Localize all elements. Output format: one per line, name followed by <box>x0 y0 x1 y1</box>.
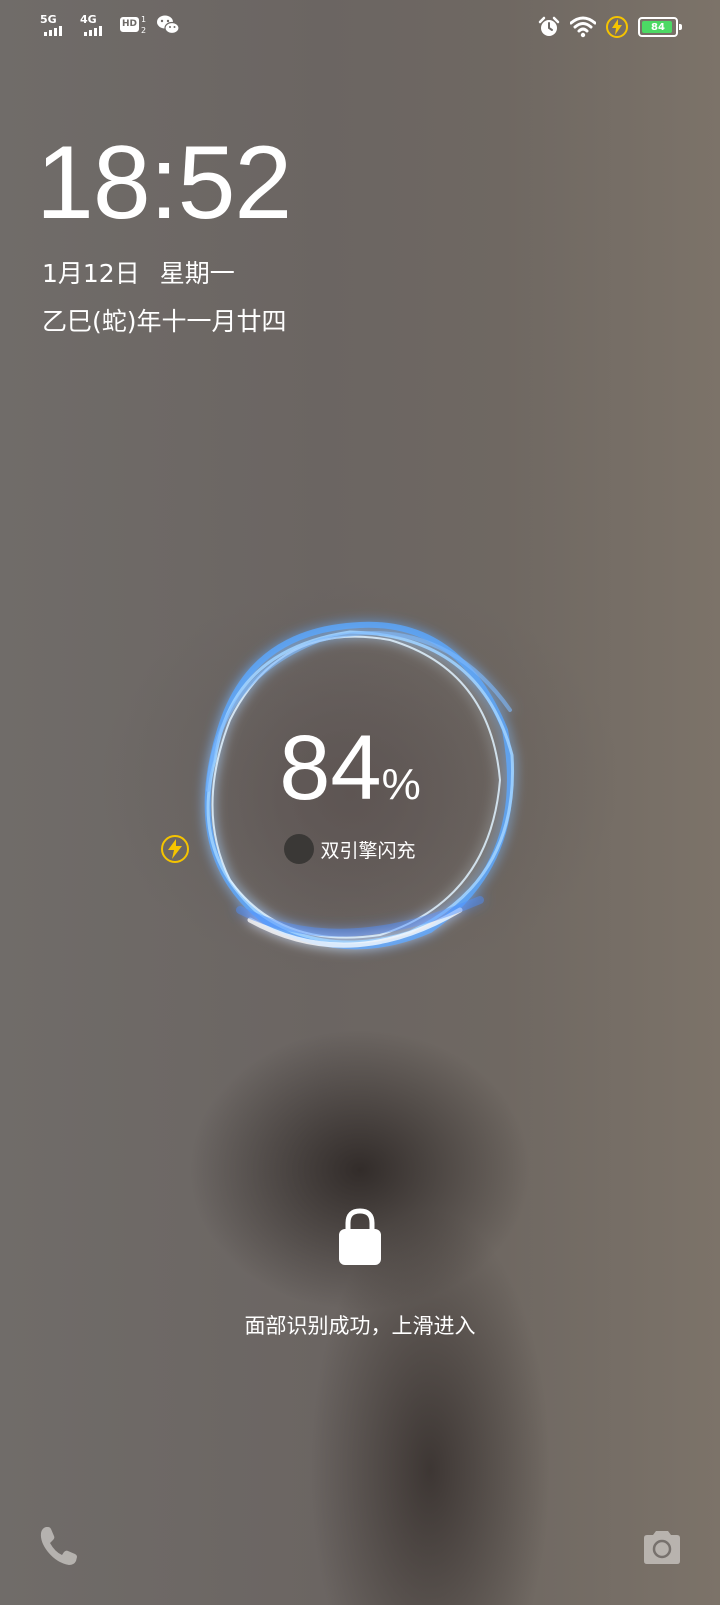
lockscreen-clock: 18:52 <box>36 125 292 241</box>
camera-icon[interactable] <box>640 1526 684 1570</box>
hd-sub-bottom: 2 <box>141 26 147 35</box>
date: 1月12日 <box>42 259 140 288</box>
battery-icon: 84 <box>638 17 682 37</box>
lunar-date: 乙巳(蛇)年十一月廿四 <box>42 307 287 336</box>
lock-icon <box>339 1208 381 1265</box>
battery-percent: 84% <box>160 722 540 814</box>
date-line: 1月12日 星期一 <box>42 254 235 290</box>
phone-icon[interactable] <box>36 1524 80 1568</box>
hd-sub-top: 1 <box>141 15 147 24</box>
fast-charge-label: 双引擎闪充 <box>160 834 540 864</box>
flash-charge-icon <box>161 834 315 864</box>
status-bar-left: 5G 4G HD 1 2 <box>40 14 180 38</box>
weekday: 星期一 <box>159 259 235 288</box>
unlock-hint: 面部识别成功，上滑进入 <box>244 1314 476 1338</box>
status-bar: 5G 4G HD 1 2 84 <box>0 0 720 56</box>
hd-voice-icon: HD 1 2 <box>120 14 148 36</box>
signal-5g-icon: 5G <box>40 14 72 38</box>
signal-4g-icon: 4G <box>80 14 112 38</box>
sim2-network-label: 4G <box>80 13 97 26</box>
status-bar-right: 84 <box>538 16 682 38</box>
flash-charge-icon <box>606 16 628 38</box>
battery-level: 84 <box>651 21 665 33</box>
battery-percent-value: 84 <box>279 717 382 819</box>
charging-indicator: 84% 双引擎闪充 <box>160 580 540 970</box>
percent-symbol: % <box>381 760 421 809</box>
wechat-icon <box>157 15 180 35</box>
alarm-icon <box>538 16 560 36</box>
wifi-icon <box>570 16 596 38</box>
hd-label: HD <box>120 17 139 32</box>
sim1-network-label: 5G <box>40 13 57 26</box>
fast-charge-text: 双引擎闪充 <box>320 839 416 862</box>
